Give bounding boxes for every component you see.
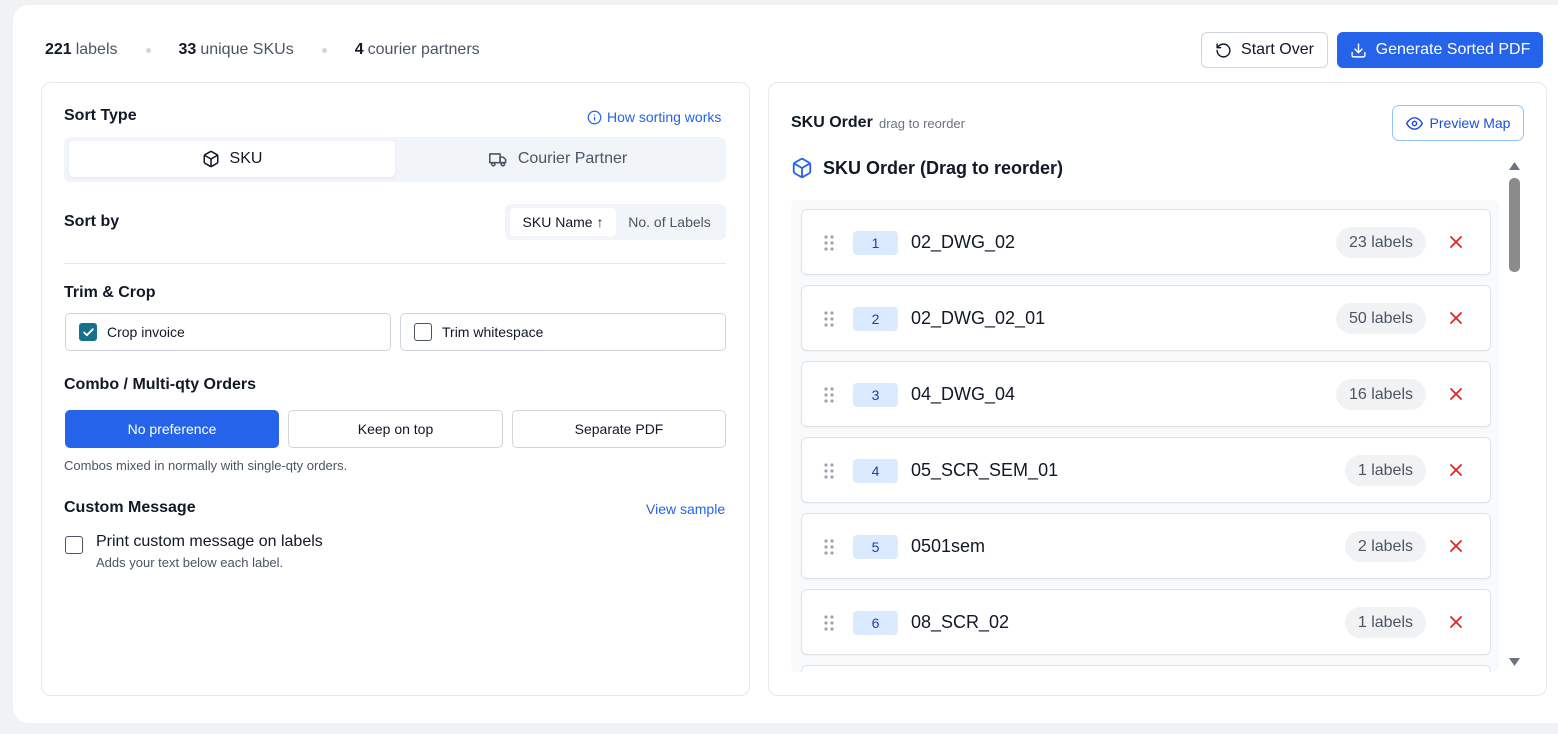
sku-row[interactable]: 2 02_DWG_02_01 50 labels bbox=[801, 285, 1491, 351]
combo-help-text: Combos mixed in normally with single-qty… bbox=[64, 458, 348, 473]
labels-count: 221 bbox=[45, 41, 72, 58]
sku-row[interactable]: 4 05_SCR_SEM_01 1 labels bbox=[801, 437, 1491, 503]
crop-invoice-checkbox[interactable] bbox=[79, 323, 97, 341]
custom-message-checkbox[interactable] bbox=[65, 536, 83, 554]
sort-type-heading: Sort Type bbox=[64, 107, 137, 124]
drag-handle-icon[interactable] bbox=[824, 235, 834, 251]
label-count-badge: 16 labels bbox=[1335, 379, 1426, 410]
couriers-word: courier partners bbox=[367, 41, 480, 58]
combo-separate-pdf-button[interactable]: Separate PDF bbox=[512, 410, 726, 448]
view-sample-link[interactable]: View sample bbox=[646, 501, 725, 517]
sku-name: 02_DWG_02 bbox=[911, 232, 1016, 252]
label-count-badge: 50 labels bbox=[1335, 303, 1426, 334]
sku-order-subtitle: drag to reorder bbox=[879, 116, 965, 131]
start-over-label: Start Over bbox=[1241, 41, 1314, 58]
label-count-badge: 1 labels bbox=[1344, 455, 1426, 486]
label-count-badge: 1 labels bbox=[1344, 607, 1426, 638]
couriers-count: 4 bbox=[354, 41, 364, 58]
trim-whitespace-option[interactable]: Trim whitespace bbox=[400, 313, 726, 351]
sku-index: 5 bbox=[853, 535, 898, 559]
scroll-down-arrow-icon[interactable] bbox=[1508, 657, 1521, 667]
combo-keep-on-top-button[interactable]: Keep on top bbox=[288, 410, 503, 448]
sort-type-courier[interactable]: Courier Partner bbox=[395, 141, 721, 177]
sku-index: 3 bbox=[853, 383, 898, 407]
sort-type-sku[interactable]: SKU bbox=[69, 141, 395, 177]
sku-name: 02_DWG_02_01 bbox=[911, 308, 1046, 328]
sku-name: 04_DWG_04 bbox=[911, 384, 1016, 404]
download-icon bbox=[1351, 42, 1366, 58]
skus-word: unique SKUs bbox=[200, 41, 294, 58]
trim-whitespace-label: Trim whitespace bbox=[442, 324, 544, 340]
sku-order-title: SKU Order bbox=[791, 114, 873, 131]
sku-row[interactable]: 5 0501sem 2 labels bbox=[801, 513, 1491, 579]
sku-name: 08_SCR_02 bbox=[911, 612, 1010, 632]
sku-name: 05_SCR_SEM_01 bbox=[911, 460, 1059, 480]
sku-index: 1 bbox=[853, 231, 898, 255]
drag-handle-icon[interactable] bbox=[824, 615, 834, 631]
close-icon[interactable] bbox=[1448, 538, 1464, 554]
sort-type-sku-label: SKU bbox=[229, 150, 263, 167]
drag-handle-icon[interactable] bbox=[824, 539, 834, 555]
sku-list-title: SKU Order (Drag to reorder) bbox=[791, 157, 1063, 179]
separator-dot bbox=[321, 47, 327, 53]
label-count-badge: 2 labels bbox=[1344, 531, 1426, 562]
separator-dot bbox=[145, 47, 151, 53]
labels-word: labels bbox=[75, 41, 118, 58]
scroll-up-arrow-icon[interactable] bbox=[1508, 161, 1521, 171]
label-count-badge: 23 labels bbox=[1335, 227, 1426, 258]
close-icon[interactable] bbox=[1448, 386, 1464, 402]
info-icon bbox=[587, 110, 602, 124]
eye-icon bbox=[1405, 116, 1423, 130]
box-icon bbox=[792, 157, 812, 179]
divider bbox=[64, 263, 726, 264]
close-icon[interactable] bbox=[1448, 462, 1464, 478]
how-sorting-label: How sorting works bbox=[607, 109, 722, 125]
crop-invoice-option[interactable]: Crop invoice bbox=[65, 313, 391, 351]
drag-handle-icon[interactable] bbox=[824, 463, 834, 479]
sku-list: 1 02_DWG_02 23 labels 2 02_DWG_02_01 50 … bbox=[791, 200, 1499, 672]
how-sorting-link[interactable]: How sorting works bbox=[587, 109, 721, 125]
sku-index: 6 bbox=[853, 611, 898, 635]
reset-icon bbox=[1216, 42, 1231, 58]
sort-by-heading: Sort by bbox=[64, 213, 120, 230]
drag-handle-icon[interactable] bbox=[824, 387, 834, 403]
custom-message-help: Adds your text below each label. bbox=[96, 555, 284, 570]
custom-message-heading: Custom Message bbox=[64, 499, 196, 516]
preview-map-label: Preview Map bbox=[1429, 115, 1511, 131]
generate-pdf-label: Generate Sorted PDF bbox=[1375, 41, 1531, 58]
sku-name: 0501sem bbox=[911, 536, 986, 556]
trim-crop-heading: Trim & Crop bbox=[64, 284, 156, 301]
trim-whitespace-checkbox[interactable] bbox=[414, 323, 432, 341]
sort-by-label-count[interactable]: No. of Labels bbox=[618, 208, 721, 236]
checkmark-icon bbox=[82, 327, 94, 336]
sort-by-toggle: SKU Name ↑ No. of Labels bbox=[505, 204, 726, 240]
preview-map-button[interactable]: Preview Map bbox=[1392, 105, 1524, 141]
stats-bar: 221 labels 33 unique SKUs 4 courier part… bbox=[45, 40, 480, 60]
skus-count: 33 bbox=[178, 41, 197, 58]
truck-icon bbox=[488, 152, 507, 167]
generate-pdf-button[interactable]: Generate Sorted PDF bbox=[1337, 32, 1543, 68]
crop-invoice-label: Crop invoice bbox=[107, 324, 185, 340]
custom-message-label: Print custom message on labels bbox=[96, 533, 323, 550]
combo-no-preference-button[interactable]: No preference bbox=[65, 410, 279, 448]
sku-row-partial[interactable] bbox=[801, 665, 1491, 672]
scrollbar-thumb[interactable] bbox=[1509, 178, 1520, 272]
close-icon[interactable] bbox=[1448, 234, 1464, 250]
sort-type-courier-label: Courier Partner bbox=[517, 150, 628, 167]
start-over-button[interactable]: Start Over bbox=[1201, 32, 1328, 68]
sku-list-title-text: SKU Order (Drag to reorder) bbox=[823, 157, 1064, 178]
sku-index: 4 bbox=[853, 459, 898, 483]
sku-row[interactable]: 3 04_DWG_04 16 labels bbox=[801, 361, 1491, 427]
sku-row[interactable]: 6 08_SCR_02 1 labels bbox=[801, 589, 1491, 655]
drag-handle-icon[interactable] bbox=[824, 311, 834, 327]
close-icon[interactable] bbox=[1448, 310, 1464, 326]
combo-heading: Combo / Multi-qty Orders bbox=[64, 376, 256, 393]
close-icon[interactable] bbox=[1448, 614, 1464, 630]
sort-type-toggle: SKU Courier Partner bbox=[64, 137, 726, 182]
sku-row[interactable]: 1 02_DWG_02 23 labels bbox=[801, 209, 1491, 275]
sku-index: 2 bbox=[853, 307, 898, 331]
sort-by-sku-name[interactable]: SKU Name ↑ bbox=[510, 208, 616, 236]
box-icon bbox=[203, 150, 219, 168]
